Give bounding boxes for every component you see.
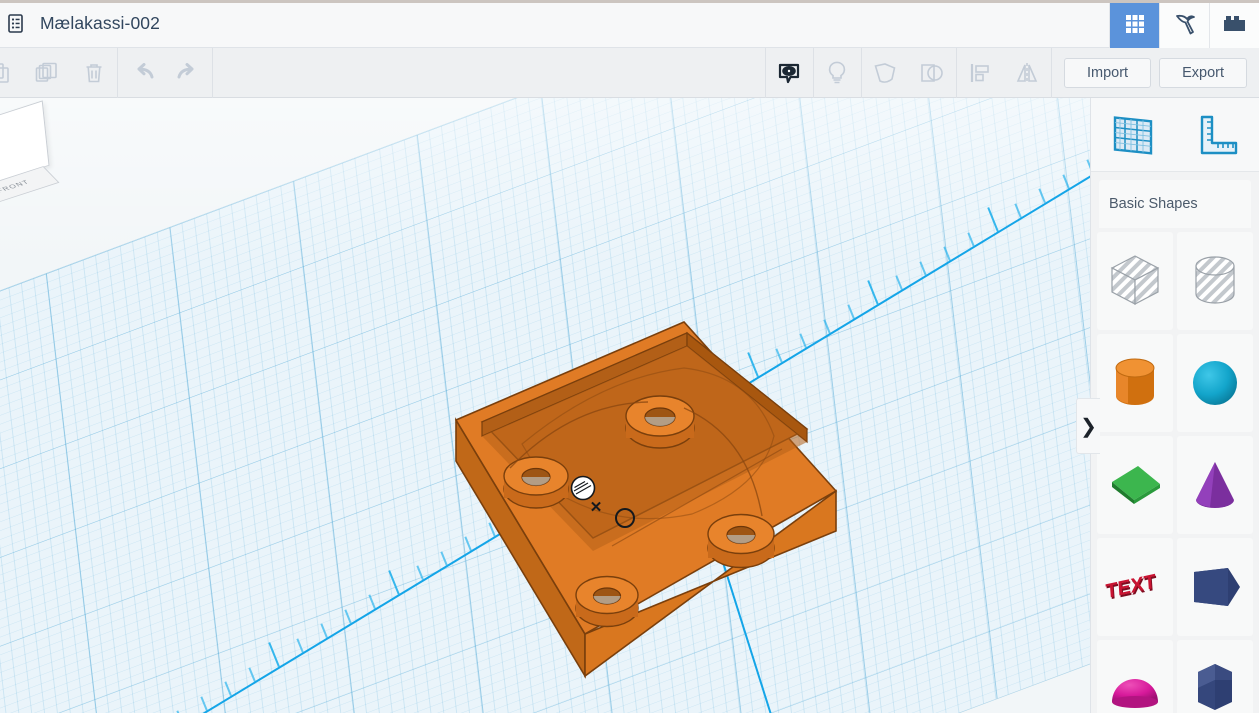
model-orange-enclosure-frame[interactable] bbox=[452, 316, 842, 686]
shape-item-box-hole[interactable] bbox=[1097, 232, 1173, 330]
circle-marker-icon[interactable] bbox=[615, 508, 635, 528]
orange-cylinder-icon bbox=[1115, 358, 1155, 405]
mounting-boss-top bbox=[625, 395, 695, 449]
delete-button[interactable] bbox=[70, 48, 117, 98]
navy-hexprism-icon bbox=[1198, 664, 1232, 710]
design-canvas[interactable]: FRONT ✕ bbox=[0, 98, 1090, 713]
pickaxe-icon bbox=[1175, 14, 1195, 34]
ungroup-button[interactable] bbox=[909, 48, 956, 98]
ungroup-icon bbox=[921, 63, 944, 82]
page-title[interactable]: Mælakassi-002 bbox=[40, 13, 160, 34]
toolbar-object-group bbox=[764, 47, 1052, 98]
paste-icon bbox=[35, 62, 57, 82]
mirror-flip-icon bbox=[1017, 62, 1038, 83]
mode-button-3d-design[interactable] bbox=[1109, 0, 1159, 48]
light-button[interactable] bbox=[814, 48, 861, 98]
purple-cone-icon bbox=[1196, 462, 1234, 508]
view-cube[interactable]: FRONT bbox=[0, 100, 60, 208]
green-pyramid-icon bbox=[1112, 466, 1160, 504]
copy-button[interactable] bbox=[0, 48, 23, 98]
striped-box-icon bbox=[1110, 255, 1160, 305]
ruler-icon bbox=[1200, 115, 1238, 154]
toolbar-edit-group bbox=[0, 47, 213, 98]
mode-button-blocks[interactable] bbox=[1159, 0, 1209, 48]
eye-bubble-icon bbox=[779, 63, 800, 83]
mounting-boss-bottom bbox=[575, 575, 639, 628]
panel-collapse-button[interactable]: ❯ bbox=[1076, 398, 1100, 454]
mode-button-bricks[interactable] bbox=[1209, 0, 1259, 48]
shape-item-half-sphere[interactable] bbox=[1097, 640, 1173, 713]
enclosure-geometry bbox=[454, 321, 838, 679]
main-toolbar: Import Export bbox=[0, 47, 1259, 98]
align-button[interactable] bbox=[957, 48, 1004, 98]
magenta-dome-icon bbox=[1112, 679, 1158, 708]
shape-item-polygon[interactable] bbox=[1177, 640, 1253, 713]
toolbar-divider bbox=[212, 47, 213, 98]
group-button[interactable] bbox=[862, 48, 909, 98]
brick-icon bbox=[1223, 15, 1245, 31]
shapes-panel: Basic Shapes TEXT TEXT bbox=[1090, 98, 1259, 713]
mirror-button[interactable] bbox=[1004, 48, 1051, 98]
toolbar-divider bbox=[1050, 47, 1052, 98]
mounting-boss-right bbox=[707, 513, 775, 569]
document-list-icon[interactable] bbox=[4, 11, 26, 37]
shapes-grid: TEXT TEXT bbox=[1091, 228, 1259, 713]
redo-arrow-icon bbox=[177, 62, 193, 78]
undo-button[interactable] bbox=[118, 48, 165, 98]
view-cube-face-label[interactable]: FRONT bbox=[0, 166, 60, 208]
group-icon bbox=[874, 62, 896, 83]
view-toggle-button[interactable] bbox=[766, 48, 813, 98]
lightbulb-icon bbox=[829, 61, 846, 83]
mode-switcher bbox=[1109, 0, 1259, 48]
shape-item-sphere[interactable] bbox=[1177, 334, 1253, 432]
copy-icon bbox=[0, 62, 9, 83]
title-bar: Mælakassi-002 bbox=[0, 0, 1259, 48]
shapes-section-header[interactable]: Basic Shapes bbox=[1099, 180, 1251, 228]
window-top-accent bbox=[0, 0, 1259, 3]
redo-button[interactable] bbox=[165, 48, 212, 98]
navy-wedge-icon bbox=[1194, 568, 1240, 606]
shape-item-text[interactable]: TEXT TEXT bbox=[1097, 538, 1173, 636]
cross-marker-icon: ✕ bbox=[589, 499, 603, 516]
striped-cylinder-icon bbox=[1195, 256, 1235, 304]
workplane-grid-icon bbox=[1113, 115, 1153, 155]
tinkercad-editor: Mælakassi-002 Import Export FRONT ✕ ❯ Ba… bbox=[0, 0, 1259, 713]
shape-item-roof[interactable] bbox=[1177, 538, 1253, 636]
panel-tool-tabs bbox=[1091, 98, 1259, 172]
undo-arrow-icon bbox=[137, 62, 153, 78]
grid-view-icon bbox=[1125, 14, 1144, 33]
trash-icon bbox=[86, 63, 101, 82]
hatched-circle-icon[interactable] bbox=[570, 475, 596, 501]
shape-item-pyramid[interactable] bbox=[1097, 436, 1173, 534]
export-button[interactable]: Export bbox=[1159, 57, 1247, 88]
panel-tab-ruler[interactable] bbox=[1175, 98, 1259, 172]
blue-sphere-icon bbox=[1193, 361, 1237, 405]
shape-item-cylinder-hole[interactable] bbox=[1177, 232, 1253, 330]
align-icon bbox=[971, 63, 990, 82]
panel-tab-workplane[interactable] bbox=[1091, 98, 1175, 172]
paste-button[interactable] bbox=[23, 48, 70, 98]
red-text-icon: TEXT TEXT bbox=[1105, 570, 1158, 605]
import-button[interactable]: Import bbox=[1063, 57, 1152, 88]
shape-item-cone[interactable] bbox=[1177, 436, 1253, 534]
shape-item-cylinder[interactable] bbox=[1097, 334, 1173, 432]
